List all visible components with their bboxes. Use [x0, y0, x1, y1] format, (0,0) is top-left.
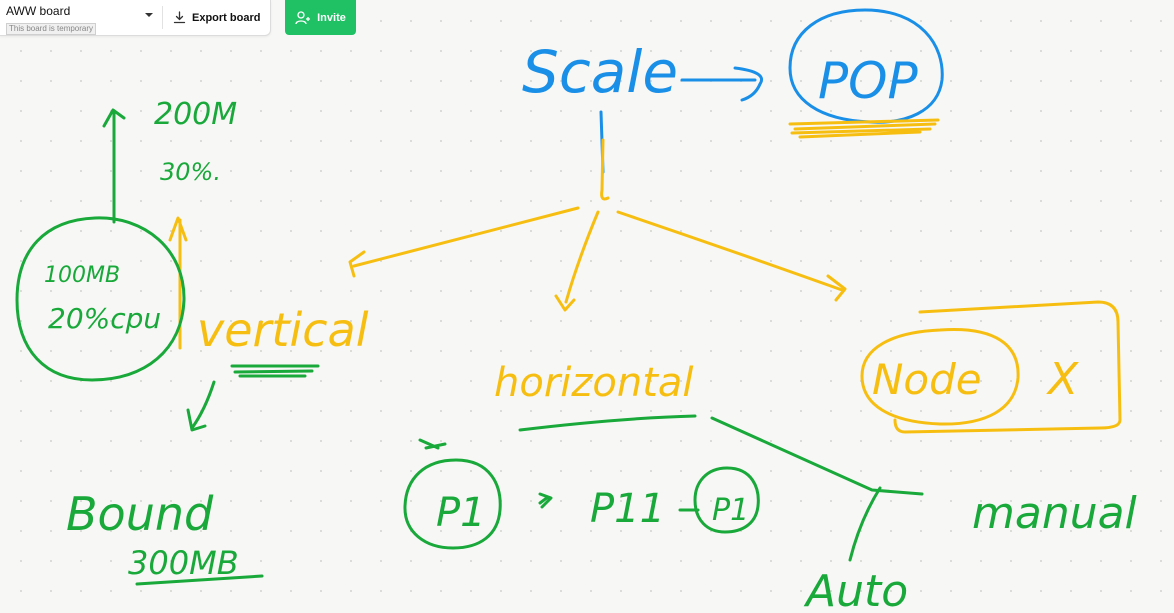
sketch-underline-vertical [230, 364, 320, 378]
sketch-branch-middle [554, 210, 600, 312]
sketch-text-horizontal: horizontal [494, 360, 694, 406]
sketch-line-horizontal-to-manual [710, 416, 924, 496]
sketch-text-100mb: 100MB [44, 263, 120, 288]
sketch-text-p11: P11 [590, 486, 665, 532]
whiteboard-canvas[interactable]: AWW board This board is temporary Export… [0, 0, 1174, 613]
sketch-text-p1-b: P1 [712, 493, 749, 528]
sketch-text-auto: Auto [803, 566, 908, 613]
sketch-text-vertical: vertical [197, 303, 369, 357]
sketch-branch-right [616, 210, 847, 302]
sketch-text-p1: P1 [436, 490, 486, 536]
sketch-tick-p1 [418, 438, 447, 450]
sketch-text-pop: POP [818, 52, 919, 110]
sketch-branch-root [600, 138, 610, 201]
sketch-scribble-underline-pop [788, 118, 940, 139]
sketch-arrow-scale-to-pop [680, 66, 763, 102]
sketch-text-node: Node [872, 355, 982, 404]
sketch-branch-left [348, 206, 580, 278]
sketch-text-bound: Bound [66, 487, 214, 541]
sketch-text-200m: 200M [154, 97, 237, 132]
sketch-arrow-to-bound [186, 380, 216, 432]
sketch-text-30pct: 30%. [160, 158, 221, 186]
sketch-text-20cpu: 20%cpu [48, 302, 161, 335]
sketch-arrow-up-200m [102, 108, 126, 224]
sketch-layer: Scale POP vertical horizontal Node X 200… [15, 8, 1138, 613]
sketch-text-scale: Scale [522, 38, 678, 106]
sketch-line-to-auto [848, 486, 882, 562]
sketch-text-manual: manual [972, 488, 1138, 539]
sketch-circle-vm [15, 216, 186, 382]
sketch-arrow-p1-p11 [538, 492, 553, 509]
sketch-text-cross: X [1046, 354, 1079, 405]
sketch-text-300mb: 300MB [128, 544, 239, 582]
sketch-underline-horizontal [518, 414, 697, 432]
